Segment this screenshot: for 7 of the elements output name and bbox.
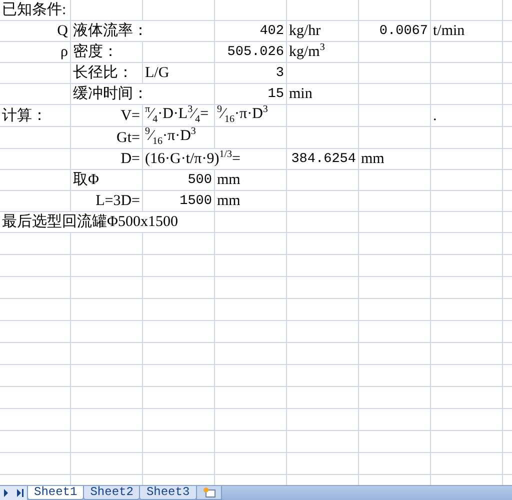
- next-sheet-icon[interactable]: [3, 489, 10, 497]
- last-sheet-icon[interactable]: [16, 489, 24, 497]
- sheet-tab[interactable]: Sheet2: [83, 486, 140, 500]
- sheet-tab[interactable]: Sheet3: [139, 486, 197, 500]
- new-sheet-icon: [202, 487, 216, 498]
- insert-sheet-button[interactable]: [196, 486, 222, 500]
- sheet-tab[interactable]: Sheet1: [27, 486, 84, 500]
